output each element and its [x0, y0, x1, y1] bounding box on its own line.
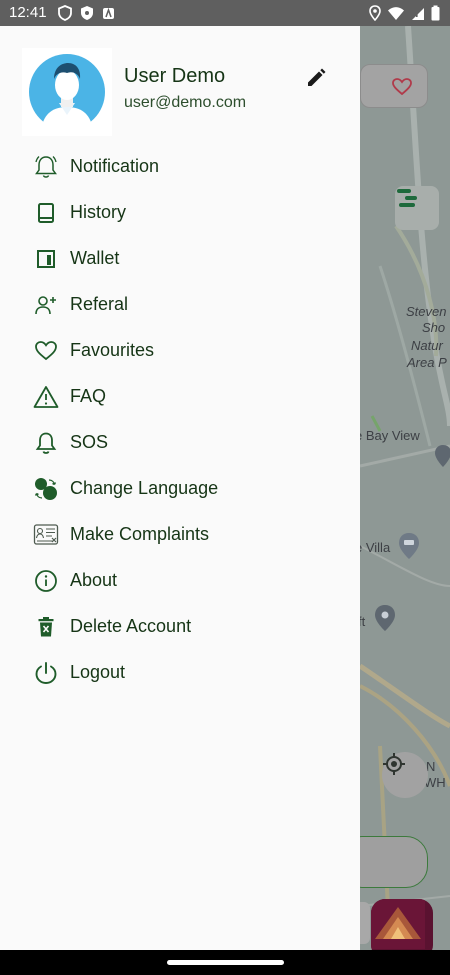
edit-profile-button[interactable] [305, 67, 327, 89]
menu-label: Referal [70, 294, 129, 314]
language-icon [33, 476, 59, 502]
menu-item-history[interactable]: History [0, 190, 360, 236]
menu-label: Notification [70, 156, 160, 176]
menu-label: Wallet [70, 248, 120, 268]
map-label-bay-view: e Bay View [355, 428, 420, 443]
location-icon [369, 5, 381, 26]
menu-item-delete-account[interactable]: Delete Account [0, 604, 360, 650]
menu-item-change-language[interactable]: Change Language [0, 466, 360, 512]
menu-label: About [70, 570, 118, 590]
status-icons-left [58, 5, 115, 26]
my-location-button[interactable] [382, 752, 428, 798]
bell-icon [33, 430, 59, 456]
menu-label: Delete Account [70, 616, 192, 636]
app-logo[interactable] [371, 899, 433, 950]
menu-item-notification[interactable]: Notification [0, 144, 360, 190]
navigation-drawer: User Demo user@demo.com Notification His… [0, 26, 360, 950]
map-label-area: Area P [407, 355, 447, 370]
add-user-icon [33, 292, 59, 318]
menu-item-faq[interactable]: FAQ [0, 374, 360, 420]
user-email: user@demo.com [124, 94, 247, 111]
app-notification-icon [102, 7, 115, 25]
power-icon [33, 660, 59, 686]
profile-header: User Demo user@demo.com [22, 48, 342, 138]
warning-icon [33, 384, 59, 410]
avatar[interactable] [22, 48, 112, 136]
user-name: User Demo [124, 65, 226, 87]
menu-item-referal[interactable]: Referal [0, 282, 360, 328]
wallet-icon [33, 246, 59, 272]
menu-item-favourites[interactable]: Favourites [0, 328, 360, 374]
map-label-natur: Natur [411, 338, 443, 353]
menu-item-make-complaints[interactable]: Make Complaints [0, 512, 360, 558]
wifi-icon [387, 6, 405, 26]
mountain-logo-icon [371, 899, 425, 949]
heart-icon [33, 338, 59, 364]
book-icon [33, 200, 59, 226]
status-icons-right [369, 5, 440, 26]
trash-icon [33, 614, 59, 640]
signal-icon [411, 6, 425, 26]
menu-item-wallet[interactable]: Wallet [0, 236, 360, 282]
user-avatar-icon [29, 54, 105, 131]
system-nav-bar [0, 950, 450, 975]
menu-label: FAQ [70, 386, 107, 406]
menu-label: History [70, 202, 127, 222]
menu-label: Make Complaints [70, 524, 210, 544]
menu-label: SOS [70, 432, 109, 452]
menu-label: Favourites [70, 340, 155, 360]
status-time: 12:41 [9, 4, 47, 21]
info-icon [33, 568, 59, 594]
menu-item-about[interactable]: About [0, 558, 360, 604]
battery-icon [431, 5, 440, 26]
menu-label: Change Language [70, 478, 219, 498]
bell-outline-icon [33, 154, 59, 180]
route-button[interactable] [395, 186, 439, 230]
home-gesture-handle[interactable] [167, 960, 284, 965]
menu-label: Logout [70, 662, 126, 682]
menu-item-sos[interactable]: SOS [0, 420, 360, 466]
map-label-sho: Sho [422, 320, 446, 335]
menu-item-logout[interactable]: Logout [0, 650, 360, 696]
drawer-menu: Notification History Wallet Referal Favo… [0, 144, 360, 696]
status-bar: 12:41 [0, 0, 450, 26]
vpn-icon [80, 5, 94, 26]
shield-icon [58, 5, 72, 26]
pencil-icon [308, 68, 326, 86]
map-label-steven: Steven [406, 304, 447, 319]
map-label-villa: e Villa [355, 540, 391, 555]
complaint-icon [33, 522, 59, 548]
